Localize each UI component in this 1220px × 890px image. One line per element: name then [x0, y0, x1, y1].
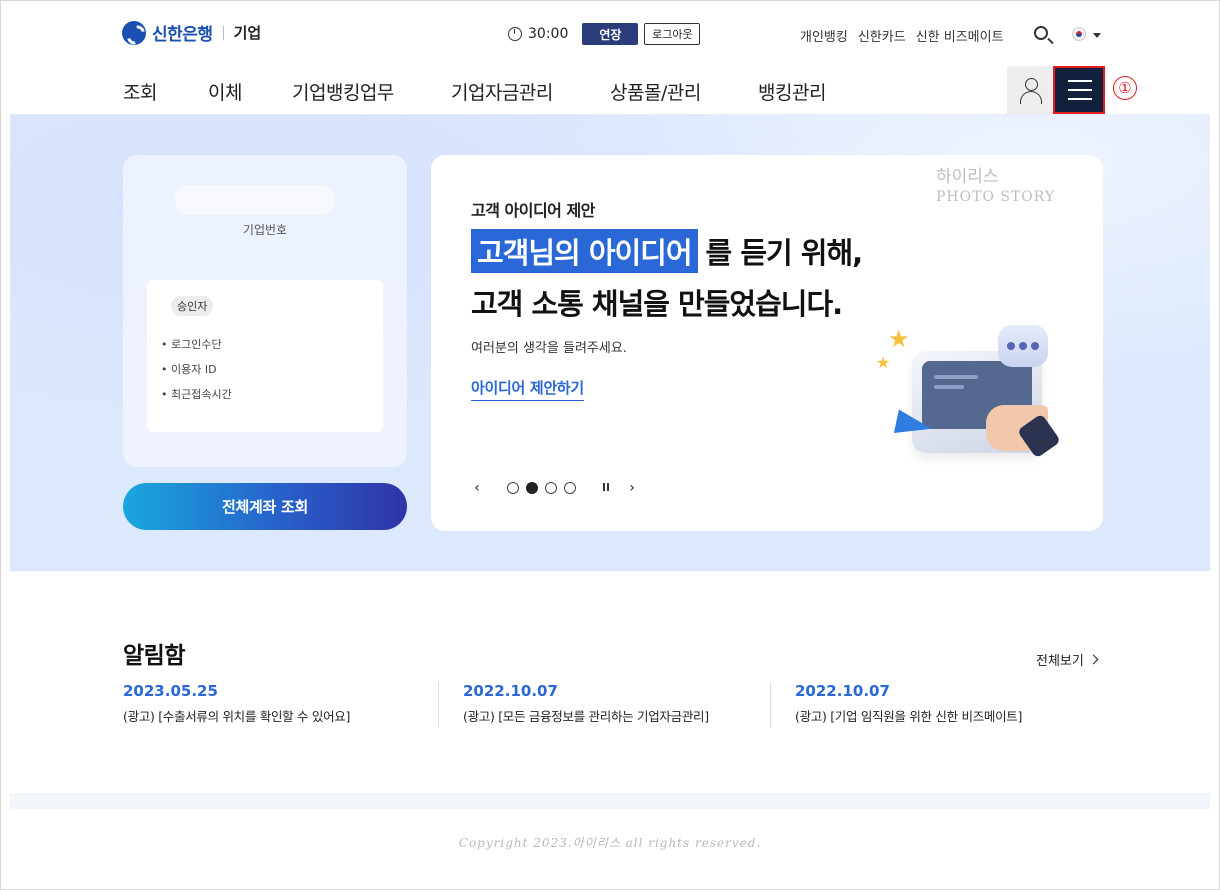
watermark-line2: PHOTO STORY: [936, 189, 1056, 205]
masked-company-name: [175, 185, 335, 215]
brand-logo[interactable]: 신한은행 기업: [122, 20, 261, 45]
korea-flag-icon[interactable]: [1072, 27, 1086, 41]
notice-item[interactable]: 2022.10.07 (광고) [모든 금융정보를 관리하는 기업자금관리]: [463, 682, 709, 730]
nav-item-corporate-banking[interactable]: 기업뱅킹업무: [292, 78, 394, 105]
carousel-dots: [507, 482, 576, 494]
session-timer-group: 30:00 연장 로그아웃: [508, 23, 701, 45]
carousel-dot[interactable]: [545, 482, 557, 494]
chevron-right-icon[interactable]: ›: [626, 480, 638, 496]
search-icon[interactable]: [1034, 26, 1048, 40]
utility-links: 개인뱅킹 신한카드 신한 비즈메이트: [800, 26, 1004, 45]
screen-line: [934, 375, 978, 379]
notice-date: 2022.10.07: [463, 682, 558, 700]
carousel-dot[interactable]: [507, 482, 519, 494]
nav-item-inquiry[interactable]: 조회: [123, 78, 157, 105]
chevron-down-icon[interactable]: [1093, 33, 1101, 38]
chevron-left-icon[interactable]: ‹: [471, 480, 483, 496]
approver-badge: 승인자: [171, 296, 214, 316]
notice-text: (광고) [모든 금융정보를 관리하는 기업자금관리]: [463, 709, 709, 724]
watermark: 하이리스 PHOTO STORY: [936, 167, 1055, 207]
notice-text: (광고) [기업 임직원을 위한 신한 비즈메이트]: [795, 709, 1023, 724]
top-utility-bar: 신한은행 기업 30:00 연장 로그아웃 개인뱅킹 신한카드 신한 비즈메이트: [0, 0, 1220, 66]
promo-headline: 고객님의 아이디어 를 듣기 위해,: [471, 229, 864, 273]
notice-date: 2022.10.07: [795, 682, 890, 700]
link-shinhan-card[interactable]: 신한카드: [858, 26, 906, 45]
company-number-label: 기업번호: [242, 223, 288, 237]
view-all-link[interactable]: 전체보기: [1036, 650, 1099, 669]
carousel-dot[interactable]: [564, 482, 576, 494]
pause-icon[interactable]: [600, 483, 612, 493]
notice-section-title: 알림함: [123, 643, 185, 669]
copyright-text: Copyright 2023.아이리스 all rights reserved.: [458, 836, 762, 850]
screen-line: [934, 385, 964, 389]
field-user-id: 이용자 ID: [161, 357, 232, 382]
promo-eyebrow: 고객 아이디어 제안: [471, 201, 595, 220]
timer-icon: [508, 27, 522, 41]
hand-pen-icon: [986, 405, 1048, 451]
user-icon: [1019, 78, 1043, 104]
nav-item-banking-management[interactable]: 뱅킹관리: [758, 78, 826, 105]
view-all-label: 전체보기: [1036, 654, 1084, 669]
carousel-controls: ‹ ›: [471, 480, 638, 496]
menu-bar-icon: [1068, 98, 1092, 100]
field-login-method: 로그인수단: [161, 332, 232, 357]
hamburger-menu-button[interactable]: [1053, 66, 1105, 114]
notice-divider: [438, 682, 439, 728]
user-button[interactable]: [1007, 66, 1053, 114]
carousel-dot-active[interactable]: [526, 482, 538, 494]
notice-text: (광고) [수출서류의 위치를 확인할 수 있어요]: [123, 709, 351, 724]
notice-item[interactable]: 2023.05.25 (광고) [수출서류의 위치를 확인할 수 있어요]: [123, 682, 350, 730]
notice-item[interactable]: 2022.10.07 (광고) [기업 임직원을 위한 신한 비즈메이트]: [795, 682, 1022, 730]
session-timer: 30:00: [528, 26, 569, 42]
brand-sub: 기업: [233, 24, 262, 42]
promo-headline-rest: 를 듣기 위해,: [705, 236, 864, 270]
field-last-login: 최근접속시간: [161, 382, 232, 407]
promo-headline-line2: 고객 소통 채널을 만들었습니다.: [471, 287, 843, 321]
logo-divider: [222, 25, 224, 40]
notice-date: 2023.05.25: [123, 682, 218, 700]
suggest-idea-link[interactable]: 아이디어 제안하기: [471, 377, 584, 401]
menu-bar-icon: [1068, 80, 1092, 82]
chat-bubble-icon: [998, 325, 1048, 367]
extend-session-button[interactable]: 연장: [582, 23, 639, 45]
approver-info-box: 승인자 로그인수단 이용자 ID 최근접속시간: [147, 280, 383, 432]
promo-banner: 하이리스 PHOTO STORY 고객 아이디어 제안 고객님의 아이디어 를 …: [431, 155, 1103, 531]
notice-divider: [770, 682, 771, 728]
shinhan-logo-icon: [122, 20, 146, 45]
link-bizmate[interactable]: 신한 비즈메이트: [916, 26, 1004, 45]
menu-bar-icon: [1068, 89, 1092, 91]
star-icon: ★: [876, 353, 891, 372]
all-accounts-button[interactable]: 전체계좌 조회: [123, 483, 407, 530]
promo-illustration: ★ ★: [876, 325, 1066, 475]
link-personal-banking[interactable]: 개인뱅킹: [800, 26, 848, 45]
nav-item-product-mall[interactable]: 상품몰/관리: [610, 78, 701, 105]
account-card: 기업번호 승인자 로그인수단 이용자 ID 최근접속시간: [123, 155, 407, 467]
annotation-marker: ①: [1113, 76, 1137, 100]
promo-headline-highlight: 고객님의 아이디어: [471, 229, 698, 273]
brand-name: 신한은행: [152, 25, 213, 45]
star-icon: ★: [888, 325, 910, 353]
watermark-line1: 하이리스: [936, 167, 999, 187]
approver-field-list: 로그인수단 이용자 ID 최근접속시간: [161, 332, 232, 407]
chevron-right-icon: [1088, 654, 1099, 665]
nav-item-transfer[interactable]: 이체: [208, 78, 242, 105]
footer-band: [10, 793, 1210, 809]
logout-button[interactable]: 로그아웃: [644, 23, 701, 45]
promo-description: 여러분의 생각을 들려주세요.: [471, 341, 627, 356]
nav-item-fund-management[interactable]: 기업자금관리: [451, 78, 553, 105]
